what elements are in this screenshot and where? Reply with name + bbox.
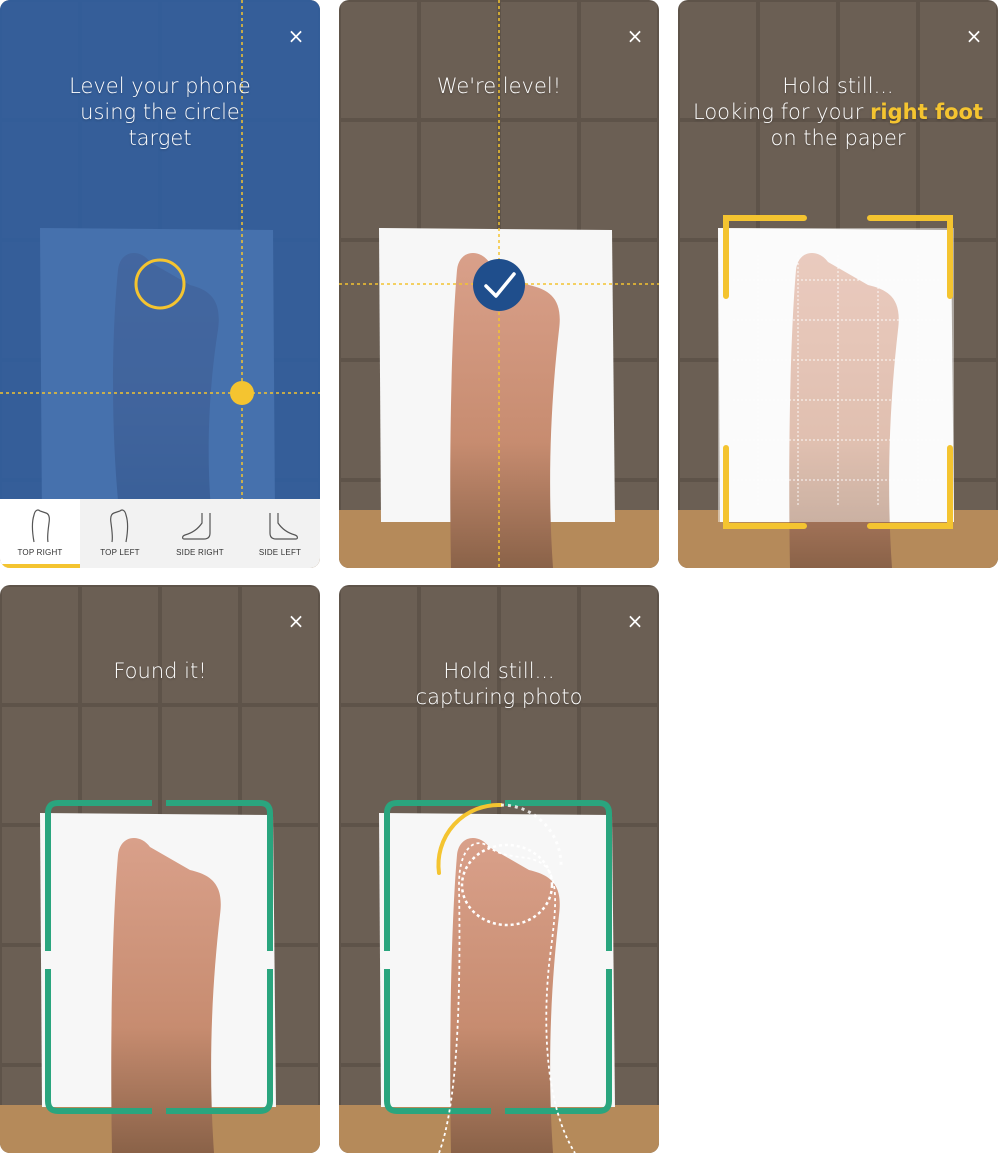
close-icon[interactable]: × [962,24,986,48]
instruction-line: Looking for your right foot on the paper [688,99,988,151]
close-icon[interactable]: × [623,609,647,633]
instruction-text: We're level! [436,74,562,98]
foot-top-icon [31,509,50,543]
tab-label: TOP RIGHT [17,548,63,557]
foot-side-icon [182,513,211,540]
instruction-line: Hold still... [443,659,555,683]
close-icon[interactable]: × [623,24,647,48]
instruction-text: Hold still... capturing photo [349,658,649,710]
tab-label: SIDE LEFT [258,548,302,557]
screen-finding-foot: × Hold still... Looking for your right f… [678,0,998,568]
instruction-text: Hold still... Looking for your right foo… [688,73,988,151]
tab-label: SIDE RIGHT [176,548,224,557]
foot-top-icon [110,509,129,543]
instruction-text: Level your phone using the circle target [69,74,251,150]
instruction-line: capturing photo [415,685,583,709]
tab-side-right[interactable]: SIDE RIGHT [160,499,240,568]
instruction-text-part: Looking for your [693,100,871,124]
screen-found-foot: × Found it! [0,585,320,1153]
instruction-text-part: on the paper [770,126,906,150]
screen-level-phone: × Level your phone using the circle targ… [0,0,320,568]
instruction-line: Hold still... [782,74,894,98]
checkmark-icon [473,259,525,311]
highlight-right-foot: right foot [870,100,983,124]
level-bubble [230,381,254,405]
close-icon[interactable]: × [284,609,308,633]
instruction-text: Found it! [113,659,207,683]
foot-side-icon [269,513,298,540]
tab-top-left[interactable]: TOP LEFT [80,499,160,568]
screen-level-confirmed: × We're level! [339,0,659,568]
screen-capturing-photo: × Hold still... capturing photo [339,585,659,1153]
tab-label: TOP LEFT [100,548,140,557]
tab-side-left[interactable]: SIDE LEFT [240,499,320,568]
view-tabs: TOP RIGHT TOP LEFT SIDE RIGHT SIDE LEFT [0,499,320,568]
close-icon[interactable]: × [284,24,308,48]
tab-top-right[interactable]: TOP RIGHT [0,499,80,568]
